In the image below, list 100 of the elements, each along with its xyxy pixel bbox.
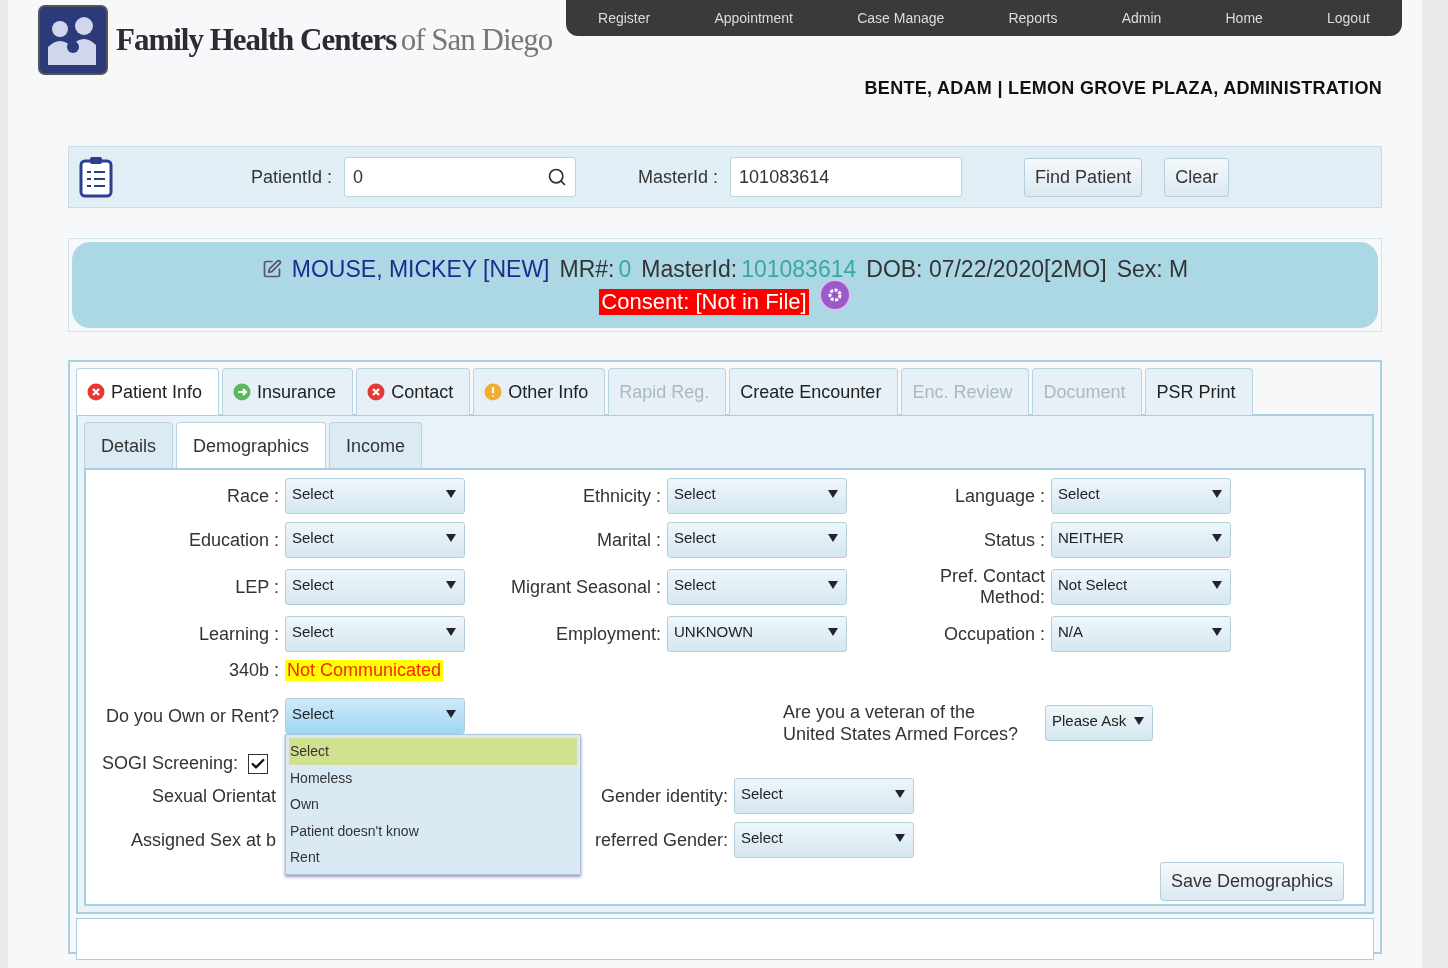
settings-icon[interactable]: [818, 278, 851, 311]
arrow-circle-icon: [233, 383, 252, 401]
field-label: Occupation :: [942, 623, 1045, 645]
select-field[interactable]: Select: [667, 569, 847, 605]
field-label: Sexual Orientat: [150, 785, 276, 807]
caret-icon: [1212, 628, 1222, 636]
nav-link[interactable]: Reports: [1008, 10, 1058, 26]
save-demographics-button[interactable]: Save Demographics: [1159, 862, 1344, 901]
select-field[interactable]: NEITHER: [1051, 522, 1231, 558]
caret-icon: [828, 628, 838, 636]
select-field[interactable]: Select: [667, 478, 847, 514]
caret-icon: [446, 710, 456, 718]
dropdown-option[interactable]: Rent: [289, 844, 577, 871]
select-field[interactable]: Select: [285, 478, 465, 514]
x-circle-icon: [367, 383, 386, 401]
checkbox[interactable]: [248, 753, 269, 774]
tab[interactable]: Details: [84, 422, 174, 469]
patient-name: MOUSE, MICKEY [NEW]: [291, 255, 550, 283]
field-label: Assigned Sex at b: [129, 829, 276, 851]
select-field[interactable]: Select: [667, 522, 847, 558]
dropdown-option[interactable]: Select: [289, 738, 577, 765]
caret-icon: [828, 490, 838, 498]
tab[interactable]: Demographics: [176, 422, 327, 469]
dropdown-option[interactable]: Patient doesn't know: [289, 817, 577, 844]
consent-status: Consent: [Not in File]: [599, 288, 809, 315]
field-label: PatientId :: [251, 166, 333, 188]
tab[interactable]: Other Info: [473, 368, 606, 415]
field-label: referred Gender:: [593, 829, 728, 851]
status-highlight: Not Communicated: [285, 660, 444, 681]
master-id-label: MasterId:: [641, 255, 738, 283]
field-label: Gender identity:: [599, 785, 728, 807]
select-field[interactable]: Select: [734, 822, 914, 858]
sex-text: Sex: M: [1116, 255, 1189, 283]
select-field[interactable]: UNKNOWN: [667, 616, 847, 652]
mr-value: 0: [618, 255, 632, 283]
field-label: Ethnicity :: [581, 485, 661, 507]
field-label: Do you Own or Rent?: [104, 705, 279, 727]
clear-button[interactable]: Clear: [1164, 157, 1230, 197]
nav-link[interactable]: Admin: [1121, 10, 1162, 26]
clipboard-icon: [79, 156, 113, 198]
caret-icon: [446, 490, 456, 498]
tab[interactable]: Income: [329, 422, 423, 469]
tab[interactable]: Patient Info: [76, 368, 220, 415]
dropdown-option[interactable]: Own: [289, 791, 577, 818]
caret-icon: [828, 581, 838, 589]
edit-icon[interactable]: [261, 259, 282, 279]
caret-icon: [1212, 534, 1222, 542]
field-label: Status :: [982, 529, 1045, 551]
mr-label: MR#:: [559, 255, 615, 283]
select-field[interactable]: Select: [285, 698, 465, 734]
field-label: Employment:: [554, 623, 661, 645]
select-field[interactable]: N/A: [1051, 616, 1231, 652]
family-logo-icon: [38, 5, 108, 75]
caret-icon: [895, 790, 905, 798]
tab[interactable]: Contact: [356, 368, 471, 415]
select-field[interactable]: Select: [734, 778, 914, 814]
exclamation-circle-icon: [484, 383, 503, 401]
patient-id-field[interactable]: 0: [344, 157, 577, 197]
user-location-text: BENTE, ADAM | LEMON GROVE PLAZA, ADMINISTRATION: [864, 78, 1382, 99]
field-label: 340b :: [227, 660, 279, 681]
nav-link[interactable]: Case Manage: [857, 10, 945, 26]
field-label: Race :: [225, 485, 279, 507]
search-icon[interactable]: [547, 167, 568, 187]
field-label: Learning :: [197, 623, 279, 645]
field-label: Language :: [953, 485, 1045, 507]
tab[interactable]: Create Encounter: [729, 368, 899, 415]
field-label: MasterId :: [638, 166, 719, 188]
select-field[interactable]: Not Select: [1051, 569, 1231, 605]
master-id-value: 101083614: [741, 255, 857, 283]
field-label: SOGI Screening:: [102, 753, 239, 774]
field-label: Marital :: [596, 529, 661, 551]
caret-icon: [1212, 490, 1222, 498]
nav-link[interactable]: Appointment: [714, 10, 793, 26]
nav-link[interactable]: Logout: [1327, 10, 1370, 26]
caret-icon: [1212, 581, 1222, 589]
caret-icon: [446, 581, 456, 589]
field-label: Pref. Contact Method:: [938, 566, 1045, 608]
x-circle-icon: [87, 383, 105, 401]
nav-link[interactable]: Register: [598, 10, 651, 26]
field-label: Education :: [187, 529, 279, 551]
logo-text: Family Health Centers: [116, 22, 397, 57]
field-label: Migrant Seasonal :: [509, 576, 661, 598]
field-label: LEP :: [234, 576, 279, 598]
tab[interactable]: PSR Print: [1145, 368, 1253, 415]
select-field[interactable]: Select: [285, 569, 465, 605]
caret-icon: [895, 834, 905, 842]
select-field[interactable]: Select: [285, 522, 465, 558]
dropdown-option[interactable]: Homeless: [289, 764, 577, 791]
caret-icon: [1134, 717, 1144, 725]
master-id-field[interactable]: 101083614: [730, 157, 963, 197]
field-label: Are you a veteran of the United States Armed Forces?: [783, 701, 1020, 745]
nav-link[interactable]: Home: [1225, 10, 1263, 26]
dob-text: DOB: 07/22/2020[2MO]: [866, 255, 1107, 283]
select-field[interactable]: Select: [285, 616, 465, 652]
select-field[interactable]: Please Ask: [1045, 705, 1153, 741]
select-field[interactable]: Select: [1051, 478, 1231, 514]
tab[interactable]: Insurance: [222, 368, 354, 415]
find-patient-button[interactable]: Find Patient: [1024, 157, 1143, 197]
caret-icon: [446, 628, 456, 636]
caret-icon: [446, 534, 456, 542]
